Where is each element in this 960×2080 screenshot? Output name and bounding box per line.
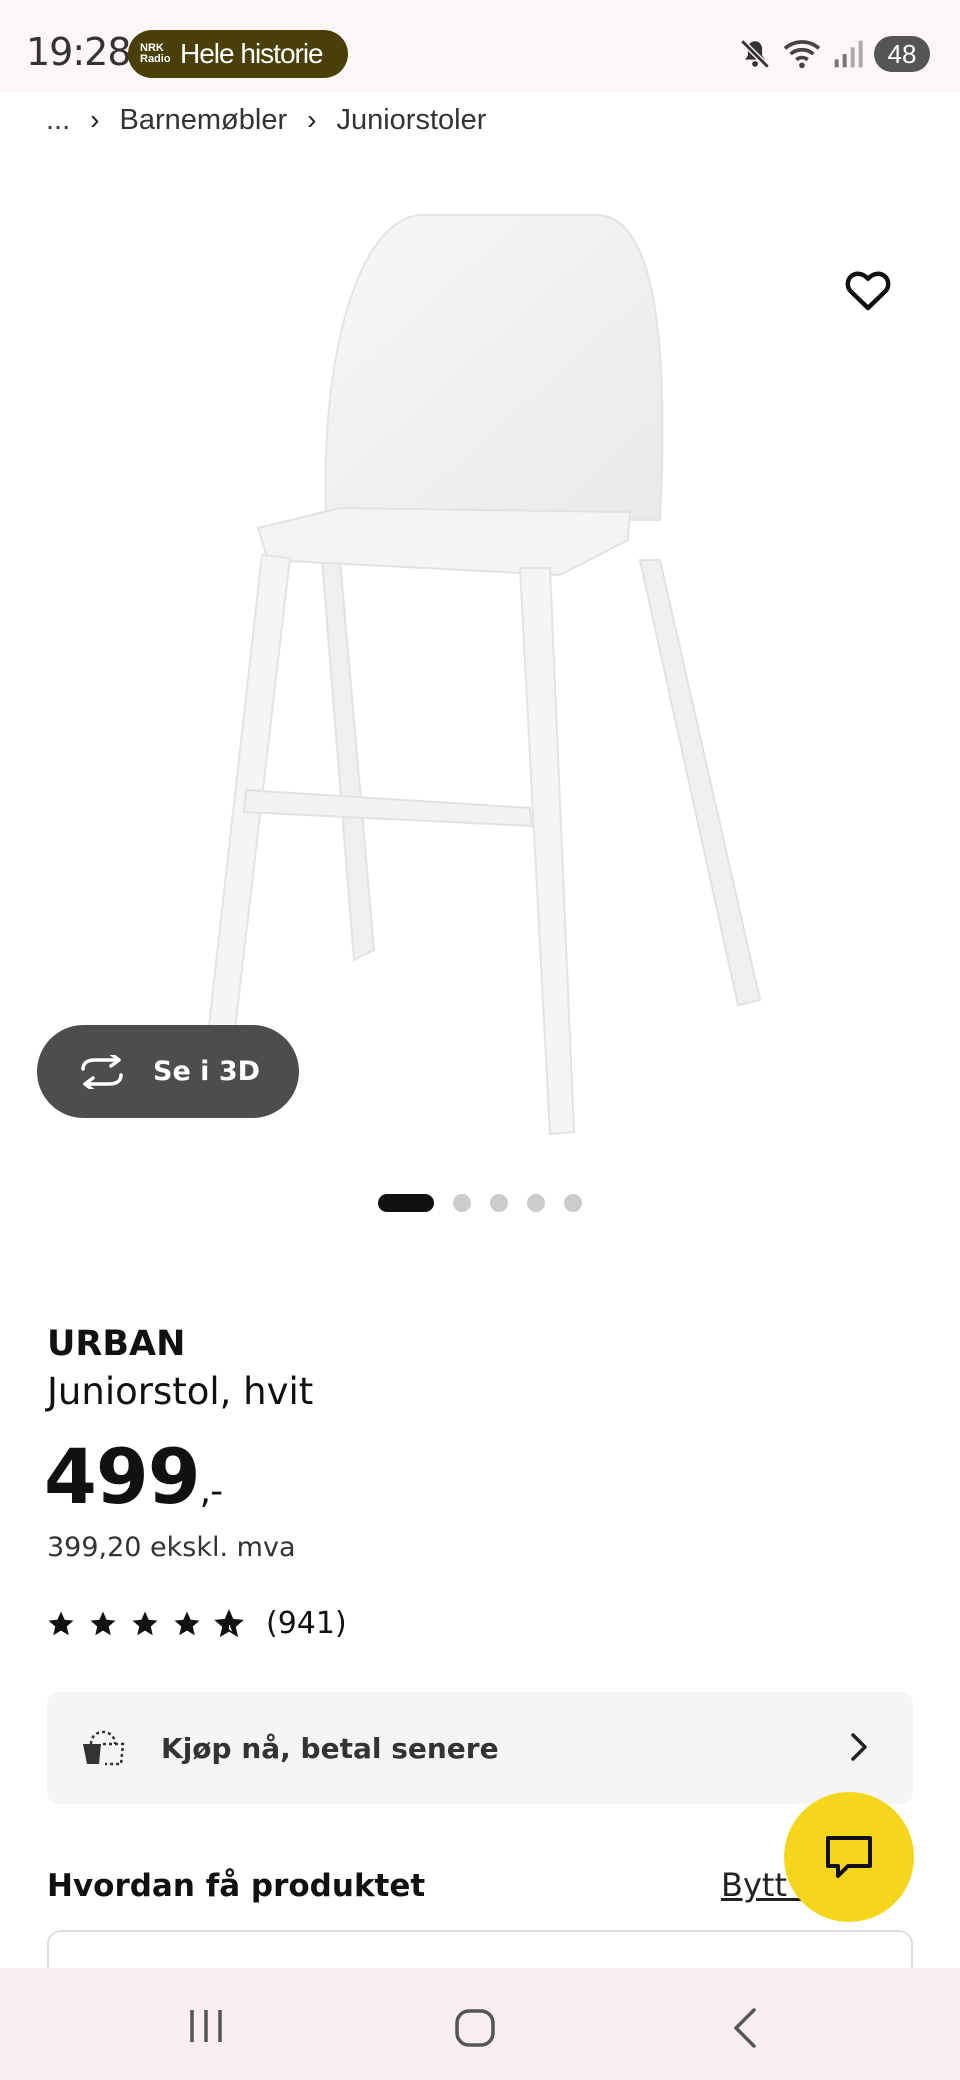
media-pill-text: Hele historie	[180, 38, 324, 69]
wifi-icon	[783, 40, 821, 69]
breadcrumb-item-juniorstoler[interactable]: Juniorstoler	[336, 104, 486, 137]
price-suffix: ,-	[199, 1471, 223, 1512]
rotate-3d-icon	[81, 1054, 123, 1089]
breadcrumb-item-barnemobler[interactable]: Barnemøbler	[120, 104, 288, 137]
back-icon[interactable]	[730, 2008, 760, 2048]
chair-illustration	[204, 214, 762, 1136]
chat-icon	[826, 1836, 872, 1878]
battery-indicator: 48	[874, 36, 930, 72]
signal-icon	[834, 40, 863, 68]
chevron-right-icon: ›	[90, 104, 100, 135]
view-3d-button[interactable]: Se i 3D	[37, 1025, 299, 1118]
product-description: Juniorstol, hvit	[47, 1370, 314, 1413]
star-icon	[132, 1611, 158, 1635]
status-time: 19:28	[26, 30, 132, 74]
star-icon	[48, 1611, 74, 1635]
home-icon[interactable]	[454, 2008, 496, 2048]
nrk-logo: NRK Radio	[140, 43, 174, 65]
rating-stars	[46, 1608, 244, 1639]
nrk-logo-line2: Radio	[140, 53, 171, 65]
buy-now-label: Kjøp nå, betal senere	[161, 1731, 499, 1765]
chevron-right-icon	[851, 1733, 867, 1761]
delivery-section-title: Hvordan få produktet	[47, 1868, 426, 1904]
gallery-dot-5[interactable]	[564, 1194, 582, 1212]
gallery-dot-2[interactable]	[453, 1194, 471, 1212]
chevron-right-icon: ›	[307, 104, 317, 135]
status-icons: 48	[738, 34, 930, 74]
breadcrumb-ellipsis[interactable]: ...	[46, 104, 70, 137]
installment-icon	[83, 1730, 125, 1766]
status-bar: 19:28 NRK Radio Hele historie 48	[0, 0, 960, 92]
star-icon	[174, 1611, 200, 1635]
price-ex-vat: 399,20 ekskl. mva	[47, 1532, 296, 1563]
rating-count: (941)	[266, 1606, 347, 1641]
view-3d-label: Se i 3D	[153, 1056, 261, 1087]
star-icon	[90, 1611, 116, 1635]
media-pill[interactable]: NRK Radio Hele historie	[128, 30, 348, 78]
system-nav-bar	[0, 1968, 960, 2080]
mute-icon	[740, 39, 770, 69]
product-rating[interactable]: (941)	[46, 1606, 347, 1641]
chat-button[interactable]	[784, 1792, 914, 1922]
breadcrumb: ... › Barnemøbler › Juniorstoler	[46, 100, 486, 140]
product-name: URBAN	[47, 1324, 186, 1364]
product-price: 499,-	[44, 1432, 223, 1521]
product-image[interactable]	[0, 160, 960, 1160]
gallery-dot-3[interactable]	[490, 1194, 508, 1212]
price-value: 499	[44, 1432, 201, 1521]
gallery-pagination	[378, 1194, 582, 1212]
heart-icon[interactable]	[844, 268, 892, 312]
star-half-icon	[214, 1608, 244, 1637]
buy-now-pay-later-button[interactable]: Kjøp nå, betal senere	[47, 1692, 913, 1804]
recent-apps-icon[interactable]	[186, 2008, 226, 2044]
gallery-dot-1[interactable]	[378, 1194, 434, 1212]
gallery-dot-4[interactable]	[527, 1194, 545, 1212]
